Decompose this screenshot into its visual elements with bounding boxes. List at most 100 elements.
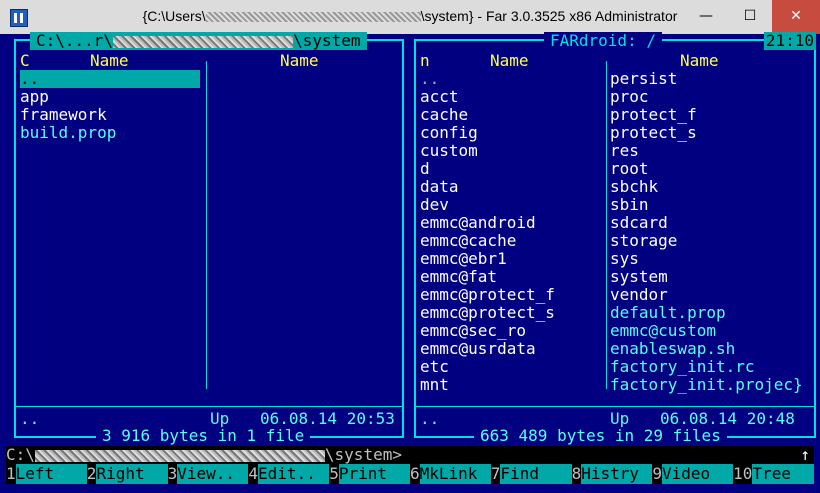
file-list-item[interactable]: default.prop <box>610 304 803 322</box>
fkey-label: View.. <box>177 464 249 484</box>
file-list-item[interactable]: proc <box>610 88 803 106</box>
fkey-print-button[interactable]: 5 Print <box>329 464 410 484</box>
left-panel[interactable]: C:\...r\ \system C Name Name .. app framewo… <box>14 32 404 445</box>
file-list-item[interactable]: res <box>610 142 803 160</box>
file-list-item[interactable]: sbin <box>610 196 803 214</box>
file-list-item[interactable]: emmc@custom <box>610 322 803 340</box>
right-column-header-name-2[interactable]: Name <box>680 52 719 70</box>
file-list-item[interactable]: custom <box>420 142 555 160</box>
file-list-item[interactable]: emmc@usrdata <box>420 340 555 358</box>
file-list-item[interactable]: root <box>610 160 803 178</box>
fkey-edit-button[interactable]: 4 Edit.. <box>248 464 330 484</box>
file-list-item[interactable]: config <box>420 124 555 142</box>
left-column-header-name[interactable]: Name <box>90 52 129 70</box>
right-sort-indicator: n <box>420 51 430 70</box>
left-column-header-name-2[interactable]: Name <box>280 52 319 70</box>
left-path-prefix: C:\...r\ <box>36 31 114 50</box>
file-list-item[interactable]: factory_init.projec} <box>610 376 803 394</box>
right-file-list-2: persist proc protect_f protect_s res root sbch… <box>610 70 803 394</box>
left-summary: 3 916 bytes in 1 file <box>96 427 311 445</box>
close-button[interactable]: ✕ <box>772 0 820 34</box>
file-list-item[interactable]: persist <box>610 70 803 88</box>
file-list-item[interactable]: emmc@fat <box>420 268 555 286</box>
fkey-number: 1 <box>6 464 16 484</box>
fkey-number: 8 <box>571 464 582 484</box>
file-list-item[interactable]: cache <box>420 106 555 124</box>
minimize-button[interactable]: — <box>684 0 728 34</box>
file-list-item[interactable]: emmc@android <box>420 214 555 232</box>
cmd-suffix: \system> <box>324 445 402 464</box>
clock: 21:10 <box>763 31 816 50</box>
file-list-item[interactable]: emmc@protect_f <box>420 286 555 304</box>
fkey-label: Left <box>15 464 87 484</box>
scroll-up-icon[interactable]: ↑ <box>800 446 810 464</box>
fkey-view-button[interactable]: 3 View.. <box>167 464 249 484</box>
left-footer-name: .. <box>20 409 40 428</box>
fkey-number: 10 <box>733 464 753 484</box>
file-list-item[interactable]: protect_f <box>610 106 803 124</box>
file-list-item[interactable]: factory_init.rc <box>610 358 803 376</box>
function-key-bar: 1 Left 2 Right 3 View.. 4 Edit.. 5 Print 6 MkLink 7 F… <box>6 464 814 484</box>
fkey-number: 5 <box>329 464 339 484</box>
left-file-list: .. app framework build.prop <box>20 70 200 142</box>
left-sort-indicator: C <box>20 51 30 70</box>
file-list-item[interactable]: etc <box>420 358 555 376</box>
far-console: C:\...r\ \system C Name Name .. app framewo… <box>0 32 820 493</box>
command-line[interactable]: C:\ \system> ↑ <box>6 446 814 464</box>
fkey-label: Video <box>662 464 734 484</box>
file-list-item[interactable]: mnt <box>420 376 555 394</box>
fkey-label: Print <box>338 464 410 484</box>
fkey-video-button[interactable]: 9 Video <box>652 464 734 484</box>
right-panel-title[interactable]: FARdroid: / <box>544 32 662 50</box>
file-list-item[interactable]: emmc@sec_ro <box>420 322 555 340</box>
title-suffix: \system} - Far 3.0.3525 x86 Administrato… <box>420 8 678 24</box>
cmd-prefix: C:\ <box>6 445 35 464</box>
fkey-label: Find <box>500 464 572 484</box>
fkey-histry-button[interactable]: 8 Histry <box>571 464 653 484</box>
file-list-item[interactable]: framework <box>20 106 200 124</box>
right-footer-separator <box>416 406 814 407</box>
file-list-item[interactable]: vendor <box>610 286 803 304</box>
redacted-path-segment <box>113 35 294 48</box>
file-list-item[interactable]: emmc@protect_s <box>420 304 555 322</box>
file-list-item[interactable]: d <box>420 160 555 178</box>
redacted-username <box>205 12 421 23</box>
fkey-number: 4 <box>248 464 259 484</box>
file-list-item[interactable]: protect_s <box>610 124 803 142</box>
file-list-item[interactable]: sbchk <box>610 178 803 196</box>
left-path-suffix: \system <box>293 31 361 50</box>
file-list-item[interactable]: .. <box>20 70 200 88</box>
file-list-item[interactable]: .. <box>420 70 555 88</box>
file-list-item[interactable]: system <box>610 268 803 286</box>
fkey-number: 2 <box>86 464 97 484</box>
redacted-cmd-path <box>34 449 325 462</box>
file-list-item[interactable]: storage <box>610 232 803 250</box>
fkey-right-button[interactable]: 2 Right <box>86 464 168 484</box>
file-list-item[interactable]: sys <box>610 250 803 268</box>
right-column-separator <box>606 61 607 389</box>
file-list-item[interactable]: enableswap.sh <box>610 340 803 358</box>
maximize-button[interactable]: ☐ <box>728 0 772 34</box>
right-footer-name: .. <box>420 409 440 428</box>
file-list-item[interactable]: app <box>20 88 200 106</box>
fkey-label: MkLink <box>419 464 491 484</box>
fkey-mklink-button[interactable]: 6 MkLink <box>409 464 491 484</box>
fkey-label: Right <box>96 464 168 484</box>
fkey-number: 3 <box>167 464 178 484</box>
file-list-item[interactable]: data <box>420 178 555 196</box>
file-list-item[interactable]: build.prop <box>20 124 200 142</box>
file-list-item[interactable]: acct <box>420 88 555 106</box>
right-file-list-1: .. acct cache config custom d data dev emmc@andr… <box>420 70 555 394</box>
file-list-item[interactable]: emmc@ebr1 <box>420 250 555 268</box>
right-column-header-name[interactable]: Name <box>490 52 529 70</box>
file-list-item[interactable]: dev <box>420 196 555 214</box>
fkey-label: Histry <box>581 464 653 484</box>
left-panel-path[interactable]: C:\...r\ \system <box>30 32 367 50</box>
left-footer-separator <box>16 406 402 407</box>
fkey-find-button[interactable]: 7 Find <box>490 464 572 484</box>
fkey-tree-button[interactable]: 10 Tree <box>733 464 814 484</box>
file-list-item[interactable]: emmc@cache <box>420 232 555 250</box>
file-list-item[interactable]: sdcard <box>610 214 803 232</box>
right-panel[interactable]: FARdroid: / 21:10 n Name Name .. acct cach… <box>414 32 816 445</box>
fkey-left-button[interactable]: 1 Left <box>6 464 87 484</box>
